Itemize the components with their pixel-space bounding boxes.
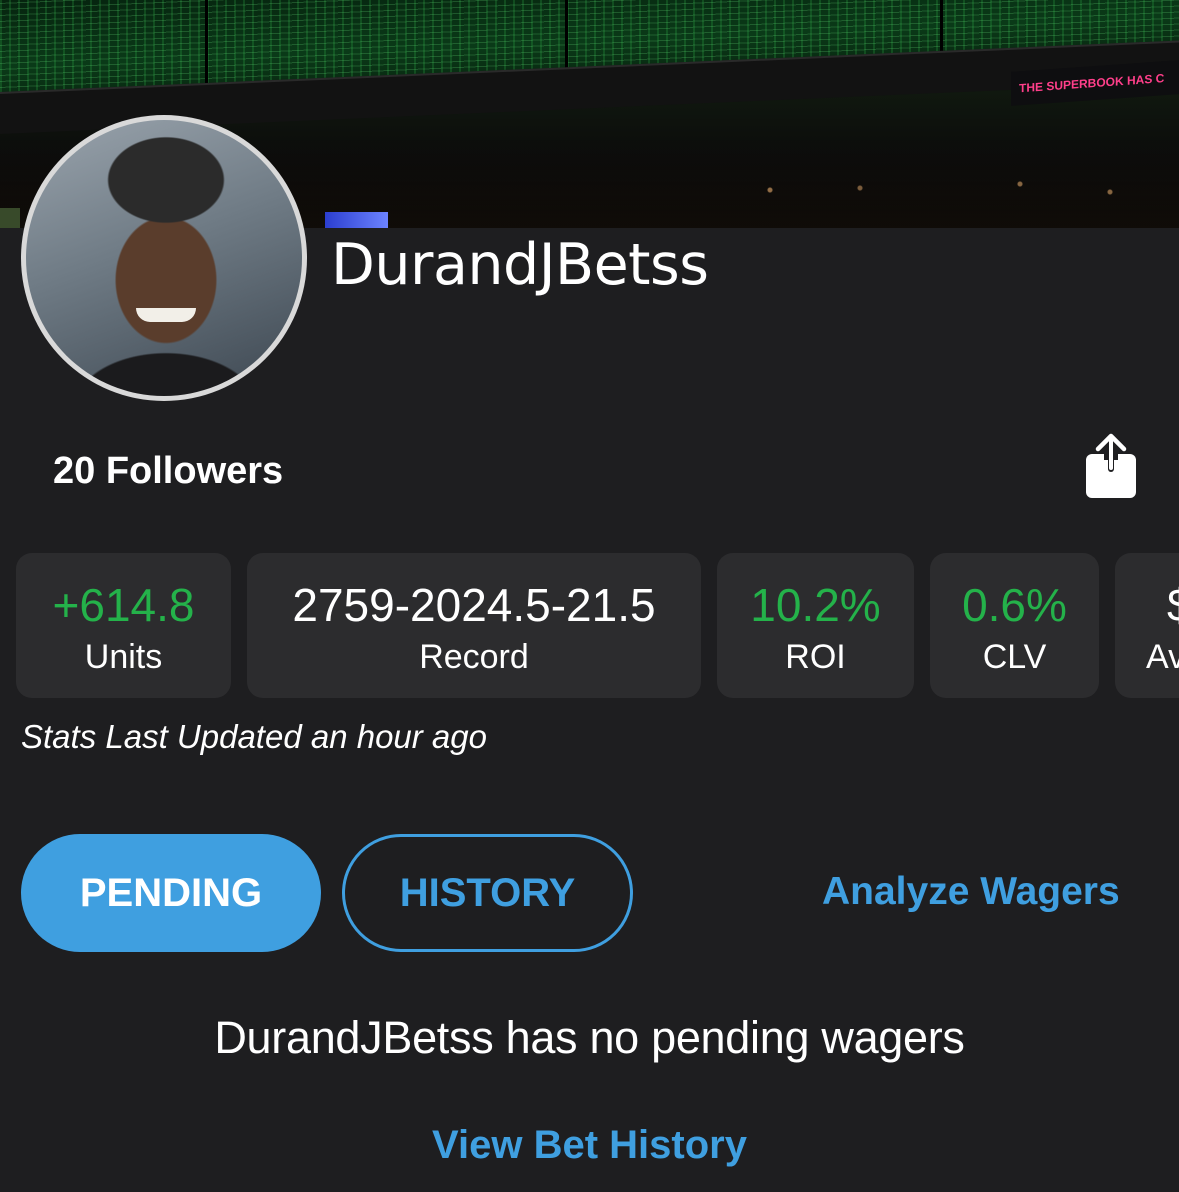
- stat-card-clv: 0.6% CLV: [930, 553, 1099, 698]
- stat-card-roi: 10.2% ROI: [717, 553, 914, 698]
- no-pending-message: DurandJBetss has no pending wagers: [214, 1012, 965, 1063]
- stat-value: $: [1167, 577, 1179, 633]
- stat-label: Av: [1146, 638, 1179, 676]
- stat-value: 10.2%: [750, 579, 881, 631]
- username: DurandJBetss: [331, 232, 709, 298]
- side-screen-image: [0, 208, 20, 228]
- view-bet-history-link[interactable]: View Bet History: [0, 1118, 1179, 1172]
- tab-pending[interactable]: PENDING: [21, 834, 321, 952]
- avatar-photo: [26, 120, 302, 396]
- stat-value: +614.8: [52, 579, 195, 631]
- profile-page: THE SUPERBOOK HAS C DurandJBetss 20 Foll…: [0, 0, 1179, 1192]
- followers-count[interactable]: 20 Followers: [53, 446, 283, 496]
- stats-updated-text: Stats Last Updated an hour ago: [21, 718, 487, 755]
- tv-screen-image: [325, 212, 388, 228]
- stat-card-record: 2759-2024.5-21.5 Record: [247, 553, 701, 698]
- stat-value: 0.6%: [962, 579, 1067, 631]
- avatar-photo-detail: [136, 308, 196, 322]
- stat-label: CLV: [982, 638, 1047, 676]
- board-divider: [205, 0, 208, 97]
- stat-value: 2759-2024.5-21.5: [292, 579, 656, 631]
- share-button[interactable]: [1078, 432, 1144, 504]
- stat-label: Record: [419, 638, 529, 676]
- avatar[interactable]: [21, 115, 307, 401]
- stat-label: ROI: [785, 638, 846, 676]
- stat-card-units: +614.8 Units: [16, 553, 231, 698]
- tab-history[interactable]: HISTORY: [342, 834, 633, 952]
- stat-label: Units: [84, 638, 163, 676]
- stat-card-average: $ Av: [1115, 553, 1179, 698]
- share-icon: [1086, 433, 1136, 498]
- analyze-wagers-link[interactable]: Analyze Wagers: [822, 866, 1120, 918]
